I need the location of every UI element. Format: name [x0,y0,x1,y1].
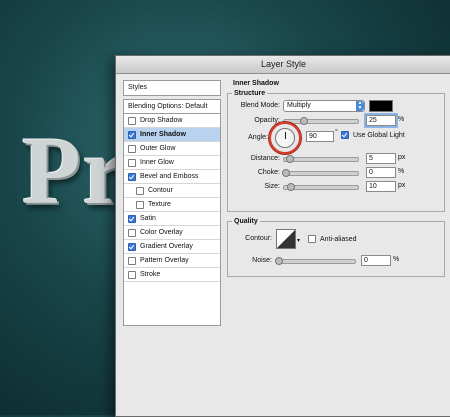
distance-slider[interactable] [283,155,359,163]
outer-glow-checkbox[interactable] [128,144,136,153]
style-item-label: Drop Shadow [140,117,183,124]
global-light-row[interactable]: Use Global Light [341,131,405,139]
size-slider[interactable] [283,183,359,191]
size-input[interactable]: 10 [366,181,396,192]
opacity-input[interactable]: 25 [366,115,396,126]
style-item-stroke[interactable]: Stroke [124,268,220,282]
texture-checkbox[interactable] [136,200,144,209]
angle-unit: ° [335,129,338,136]
layer-style-dialog: Layer Style Styles Blending Options: Def… [115,55,450,417]
style-item-satin[interactable]: Satin [124,212,220,226]
contour-checkbox[interactable] [136,186,144,195]
noise-slider[interactable] [275,257,356,265]
noise-slider-handle[interactable] [275,257,283,265]
noise-input[interactable]: 0 [361,255,391,266]
style-item-label: Blending Options: Default [128,103,208,110]
style-item-texture[interactable]: Texture [124,198,220,212]
contour-preview[interactable] [276,229,296,249]
shadow-color-swatch[interactable] [369,100,393,112]
choke-slider[interactable] [282,169,359,177]
drop-shadow-checkbox[interactable] [128,116,136,125]
angle-dial-hand [285,132,286,139]
opacity-unit: % [398,116,405,123]
angle-highlight-ring [269,122,301,154]
choke-unit: % [398,168,405,175]
noise-label: Noise: [252,257,272,264]
style-item-color-overlay[interactable]: Color Overlay [124,226,220,240]
bevel-emboss-checkbox[interactable] [128,172,136,181]
gradient-overlay-checkbox[interactable] [128,242,136,251]
distance-slider-handle[interactable] [286,155,294,163]
global-light-label: Use Global Light [353,131,405,139]
distance-unit: px [398,154,406,161]
opacity-slider[interactable] [283,117,359,125]
choke-input[interactable]: 0 [366,167,396,178]
styles-sidebar: Styles Blending Options: Default Drop Sh… [123,80,221,326]
style-item-gradient-overlay[interactable]: Gradient Overlay [124,240,220,254]
dialog-title: Layer Style [116,56,450,74]
style-item-drop-shadow[interactable]: Drop Shadow [124,114,220,128]
choke-slider-handle[interactable] [282,169,290,177]
chevron-updown-icon: ▲ ▼ [356,100,364,111]
chevron-down-icon[interactable]: ▾ [297,237,300,244]
global-light-checkbox[interactable] [341,131,349,139]
style-item-label: Inner Glow [140,159,174,166]
blend-mode-value: Multiply [287,102,311,109]
opacity-slider-handle[interactable] [299,117,308,125]
style-item-inner-glow[interactable]: Inner Glow [124,156,220,170]
style-item-label: Satin [140,215,156,222]
angle-label: Angle: [248,134,268,141]
distance-input[interactable]: 5 [366,153,396,164]
style-item-label: Gradient Overlay [140,243,193,250]
anti-aliased-row[interactable]: Anti-aliased [308,235,357,243]
style-list: Blending Options: Default Drop Shadow In… [123,99,221,326]
blend-mode-select[interactable]: Multiply ▲ ▼ [283,100,365,112]
style-item-blending-options[interactable]: Blending Options: Default [124,100,220,114]
style-item-outer-glow[interactable]: Outer Glow [124,142,220,156]
style-item-bevel-emboss[interactable]: Bevel and Emboss [124,170,220,184]
style-item-pattern-overlay[interactable]: Pattern Overlay [124,254,220,268]
size-unit: px [398,182,406,189]
noise-unit: % [393,256,400,263]
style-item-inner-shadow[interactable]: Inner Shadow [124,128,220,142]
panel-title: Inner Shadow [233,80,279,87]
opacity-label: Opacity: [254,117,280,124]
stroke-checkbox[interactable] [128,270,136,279]
choke-label: Choke: [257,169,280,176]
inner-shadow-checkbox[interactable] [128,130,136,139]
color-overlay-checkbox[interactable] [128,228,136,237]
contour-label: Contour: [245,235,272,242]
blend-mode-label: Blend Mode: [240,102,280,109]
style-item-label: Stroke [140,271,161,278]
size-label: Size: [264,183,280,190]
satin-checkbox[interactable] [128,214,136,223]
distance-label: Distance: [250,155,280,162]
size-slider-handle[interactable] [287,183,295,191]
style-item-label: Bevel and Emboss [140,173,199,180]
style-item-label: Outer Glow [140,145,176,152]
quality-group: Quality Contour: ▾ Anti-aliased Noise: 0… [227,218,445,277]
angle-input[interactable]: 90 [306,131,334,142]
settings-panel: Inner Shadow Structure Blend Mode: Multi… [227,80,445,277]
styles-header[interactable]: Styles [123,80,221,96]
style-item-label: Texture [148,201,171,208]
style-item-contour[interactable]: Contour [124,184,220,198]
style-item-label: Inner Shadow [140,131,186,138]
anti-aliased-checkbox[interactable] [308,235,316,243]
angle-dial[interactable] [275,128,295,148]
pattern-overlay-checkbox[interactable] [128,256,136,265]
style-item-label: Contour [148,187,173,194]
structure-legend: Structure [234,90,266,97]
inner-glow-checkbox[interactable] [128,158,136,167]
style-item-label: Color Overlay [140,229,183,236]
quality-legend: Quality [234,218,258,225]
structure-group: Structure Blend Mode: Multiply ▲ ▼ Opacit… [227,90,445,212]
anti-aliased-label: Anti-aliased [320,235,357,243]
style-item-label: Pattern Overlay [140,257,189,264]
background-layer-text: Pr [22,117,128,224]
